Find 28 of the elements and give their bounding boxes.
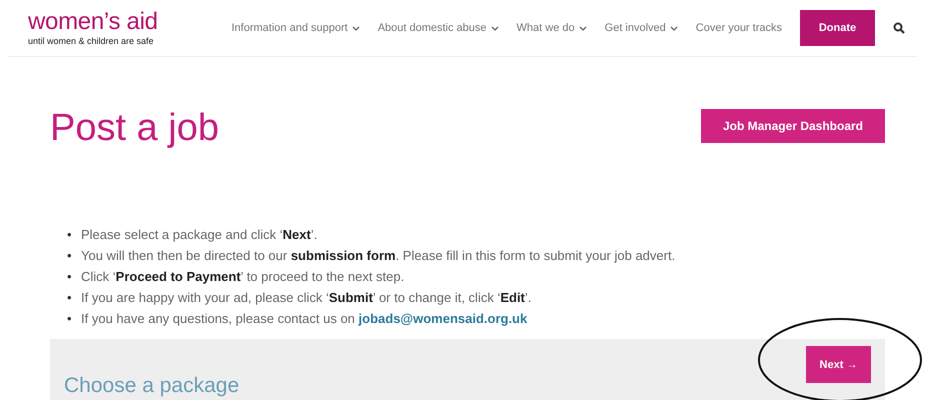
instruction-text: Click ‘Proceed to Payment’ to proceed to the next step. [81,269,404,284]
dashboard-button[interactable]: Job Manager Dashboard [700,109,885,143]
logo-wordmark[interactable]: women’s aid [28,10,158,34]
chevron-down-icon [490,26,499,30]
bullet-mark: • [67,289,73,307]
nav-link[interactable]: Information and support [232,22,360,34]
instruction-text: If you have any questions, please contact us on [81,311,355,326]
next-button[interactable]: Next → [806,346,871,383]
instruction-text: Please select a package and click ‘Next’. [81,227,318,242]
nav-link[interactable]: About domestic abuse [378,22,499,34]
instruction-text: You will then then be directed to our submission form. Please fill in this form to submit your job advert. [81,248,676,263]
bullet-mark: • [67,310,73,328]
bullet-mark: • [67,247,73,265]
chevron-down-icon [578,26,587,30]
search-icon[interactable] [893,22,905,34]
chevron-down-icon [670,26,678,30]
nav-link[interactable]: What we do [516,22,587,34]
bullet-mark: • [67,226,73,244]
bullet-mark: • [67,268,73,286]
nav-link[interactable]: Cover your tracks [696,22,782,34]
donate-button[interactable]: Donate [800,10,875,46]
chevron-down-icon [352,26,360,30]
instruction-text: If you are happy with your ad, please click ‘Submit’ or to change it, click ‘Edit’. [81,290,532,305]
page-title: Post a job [50,107,219,150]
email-link[interactable]: jobads@womensaid.org.uk [358,311,528,326]
logo-tagline: until women & children are safe [28,36,155,46]
section-heading: Choose a package [64,374,240,398]
nav-link[interactable]: Get involved [604,22,678,34]
